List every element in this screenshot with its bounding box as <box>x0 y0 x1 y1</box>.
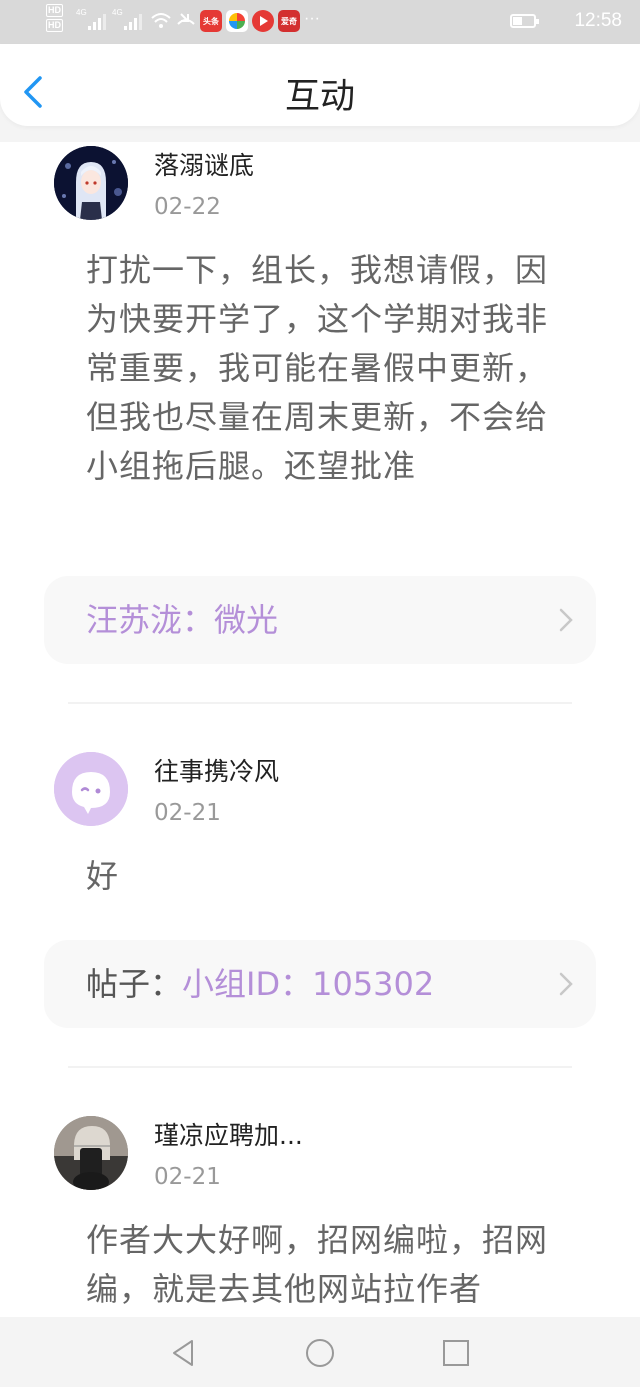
nav-recents-button[interactable] <box>436 1333 476 1373</box>
username[interactable]: 瑾凉应聘加... <box>154 1116 303 1152</box>
missed-call-icon <box>177 13 195 25</box>
colorful-app-icon <box>226 10 248 32</box>
system-navigation-bar <box>0 1317 640 1387</box>
hd-badges: HD HD <box>46 4 63 32</box>
toutiao-app-icon: 头条 <box>200 10 222 32</box>
reference-link[interactable]: 小组ID：105302 <box>182 965 434 1003</box>
nav-back-button[interactable] <box>164 1333 204 1373</box>
video-play-app-icon <box>252 10 274 32</box>
nav-home-button[interactable] <box>300 1333 340 1373</box>
reference-text: 帖子：小组ID：105302 <box>86 964 434 1004</box>
circle-home-icon <box>306 1339 334 1367</box>
status-bar: HD HD 4G 4G 头条 爱奇 ··· 12:58 <box>0 0 640 44</box>
avatar[interactable] <box>54 146 128 220</box>
header: 互动 <box>0 44 640 142</box>
battery-icon <box>510 14 539 28</box>
avatar[interactable] <box>54 752 128 826</box>
reference-link-card[interactable]: 汪苏泷：微光 <box>44 576 596 664</box>
comment-feed[interactable]: 落溺谜底 02-22 打扰一下，组长，我想请假，因为快要开学了，这个学期对我非常… <box>0 142 640 1317</box>
aiqi-app-icon: 爱奇 <box>278 10 300 32</box>
reference-link-card[interactable]: 帖子：小组ID：105302 <box>44 940 596 1028</box>
header-card: 互动 <box>0 44 640 126</box>
post-content: 作者大大好啊，招网编啦，招网编，就是去其他网站拉作者 <box>86 1221 549 1308</box>
page-title: 互动 <box>284 77 355 117</box>
signal-icon-2: 4G <box>112 8 142 30</box>
post-content: 打扰一下，组长，我想请假，因为快要开学了，这个学期对我非常重要，我可能在暑假中更… <box>86 251 549 485</box>
reference-prefix: 帖子： <box>86 965 183 1003</box>
post-date: 02-21 <box>154 1164 221 1190</box>
signal-icon-1: 4G <box>76 8 106 30</box>
username[interactable]: 往事携冷风 <box>154 752 279 788</box>
post-date: 02-21 <box>154 800 221 826</box>
chat-bubble-avatar-icon <box>54 752 128 826</box>
post-content: 好 <box>86 857 120 895</box>
status-time: 12:58 <box>574 10 622 31</box>
username[interactable]: 落溺谜底 <box>154 146 254 182</box>
chevron-right-icon <box>559 608 573 632</box>
anime-avatar-icon <box>54 146 128 220</box>
wifi-icon <box>151 13 171 28</box>
notification-app-icons: 头条 爱奇 ··· <box>200 10 320 32</box>
avatar[interactable] <box>54 1116 128 1190</box>
photo-avatar-icon <box>54 1116 128 1190</box>
divider <box>68 702 572 704</box>
reference-link[interactable]: 汪苏泷：微光 <box>86 601 278 639</box>
triangle-back-icon <box>173 1340 193 1366</box>
divider <box>68 1066 572 1068</box>
more-notifications-icon: ··· <box>304 10 320 27</box>
post-date: 02-22 <box>154 194 221 220</box>
reference-text: 汪苏泷：微光 <box>86 600 278 640</box>
chevron-right-icon <box>559 972 573 996</box>
square-recents-icon <box>443 1340 469 1366</box>
